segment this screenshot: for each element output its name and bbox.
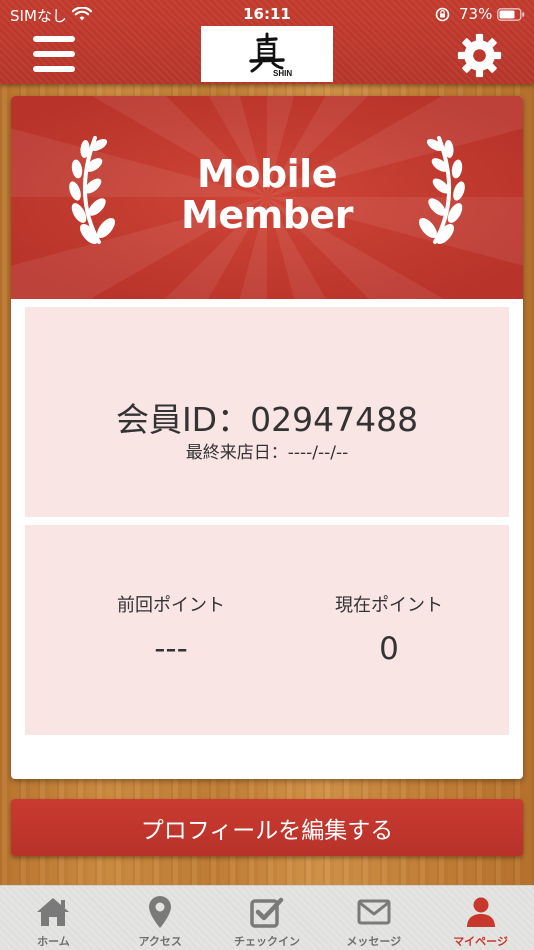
- current-points-value: 0: [379, 631, 399, 667]
- banner-title-line1: Mobile: [197, 152, 337, 196]
- envelope-icon: [357, 899, 391, 925]
- banner-title: Mobile Member: [11, 154, 523, 236]
- app-header: SIMなし 16:11 73% SHIN: [0, 0, 534, 84]
- map-pin-icon: [149, 896, 172, 928]
- tab-access-label: アクセス: [138, 935, 182, 948]
- menu-button[interactable]: [30, 34, 78, 74]
- banner-title-line2: Member: [181, 193, 353, 237]
- tab-message-label: メッセージ: [346, 935, 402, 948]
- points-panel: 前回ポイント --- 現在ポイント 0: [25, 525, 509, 735]
- edit-profile-button[interactable]: プロフィールを編集する: [11, 799, 523, 856]
- tab-home-label: ホーム: [37, 935, 70, 948]
- status-bar: SIMなし 16:11 73%: [0, 0, 534, 28]
- tab-mypage[interactable]: マイページ: [427, 886, 534, 950]
- member-id-value: 02947488: [250, 400, 419, 439]
- last-visit-label: 最終来店日：: [185, 443, 288, 463]
- tab-checkin-label: チェックイン: [233, 935, 300, 948]
- tab-checkin[interactable]: チェックイン: [214, 886, 321, 950]
- tab-message[interactable]: メッセージ: [320, 886, 427, 950]
- member-id-label: 会員ID：: [115, 400, 251, 439]
- tab-mypage-label: マイページ: [453, 935, 508, 948]
- current-points-label: 現在ポイント: [335, 595, 443, 616]
- hamburger-menu-icon: [33, 36, 75, 42]
- gear-icon[interactable]: [457, 33, 502, 78]
- last-visit-line: 最終来店日：----/--/--: [25, 438, 509, 463]
- last-visit-value: ----/--/--: [287, 443, 349, 463]
- previous-points: 前回ポイント ---: [71, 591, 271, 667]
- battery-percent: 73%: [459, 5, 493, 23]
- battery-icon: [497, 8, 525, 21]
- current-points: 現在ポイント 0: [289, 591, 489, 667]
- check-square-icon: [250, 897, 284, 928]
- bottom-tab-bar: ホーム アクセス チェックイン メッセージ マイページ: [0, 885, 534, 950]
- previous-points-label: 前回ポイント: [117, 595, 225, 616]
- shin-logo-mark: SHIN: [249, 32, 292, 78]
- shop-logo: SHIN: [201, 26, 333, 82]
- member-card: Mobile Member 会員ID：02947488 最終来店日：----/-…: [11, 96, 523, 779]
- rotation-lock-icon: [435, 7, 450, 22]
- previous-points-value: ---: [154, 631, 188, 667]
- member-id-line: 会員ID：02947488: [25, 393, 509, 441]
- user-icon: [466, 897, 495, 927]
- home-icon: [37, 898, 70, 926]
- clock: 16:11: [243, 5, 291, 23]
- svg-text:SHIN: SHIN: [273, 69, 292, 78]
- member-id-panel: 会員ID：02947488 最終来店日：----/--/--: [25, 307, 509, 517]
- tab-access[interactable]: アクセス: [107, 886, 214, 950]
- tab-home[interactable]: ホーム: [0, 886, 107, 950]
